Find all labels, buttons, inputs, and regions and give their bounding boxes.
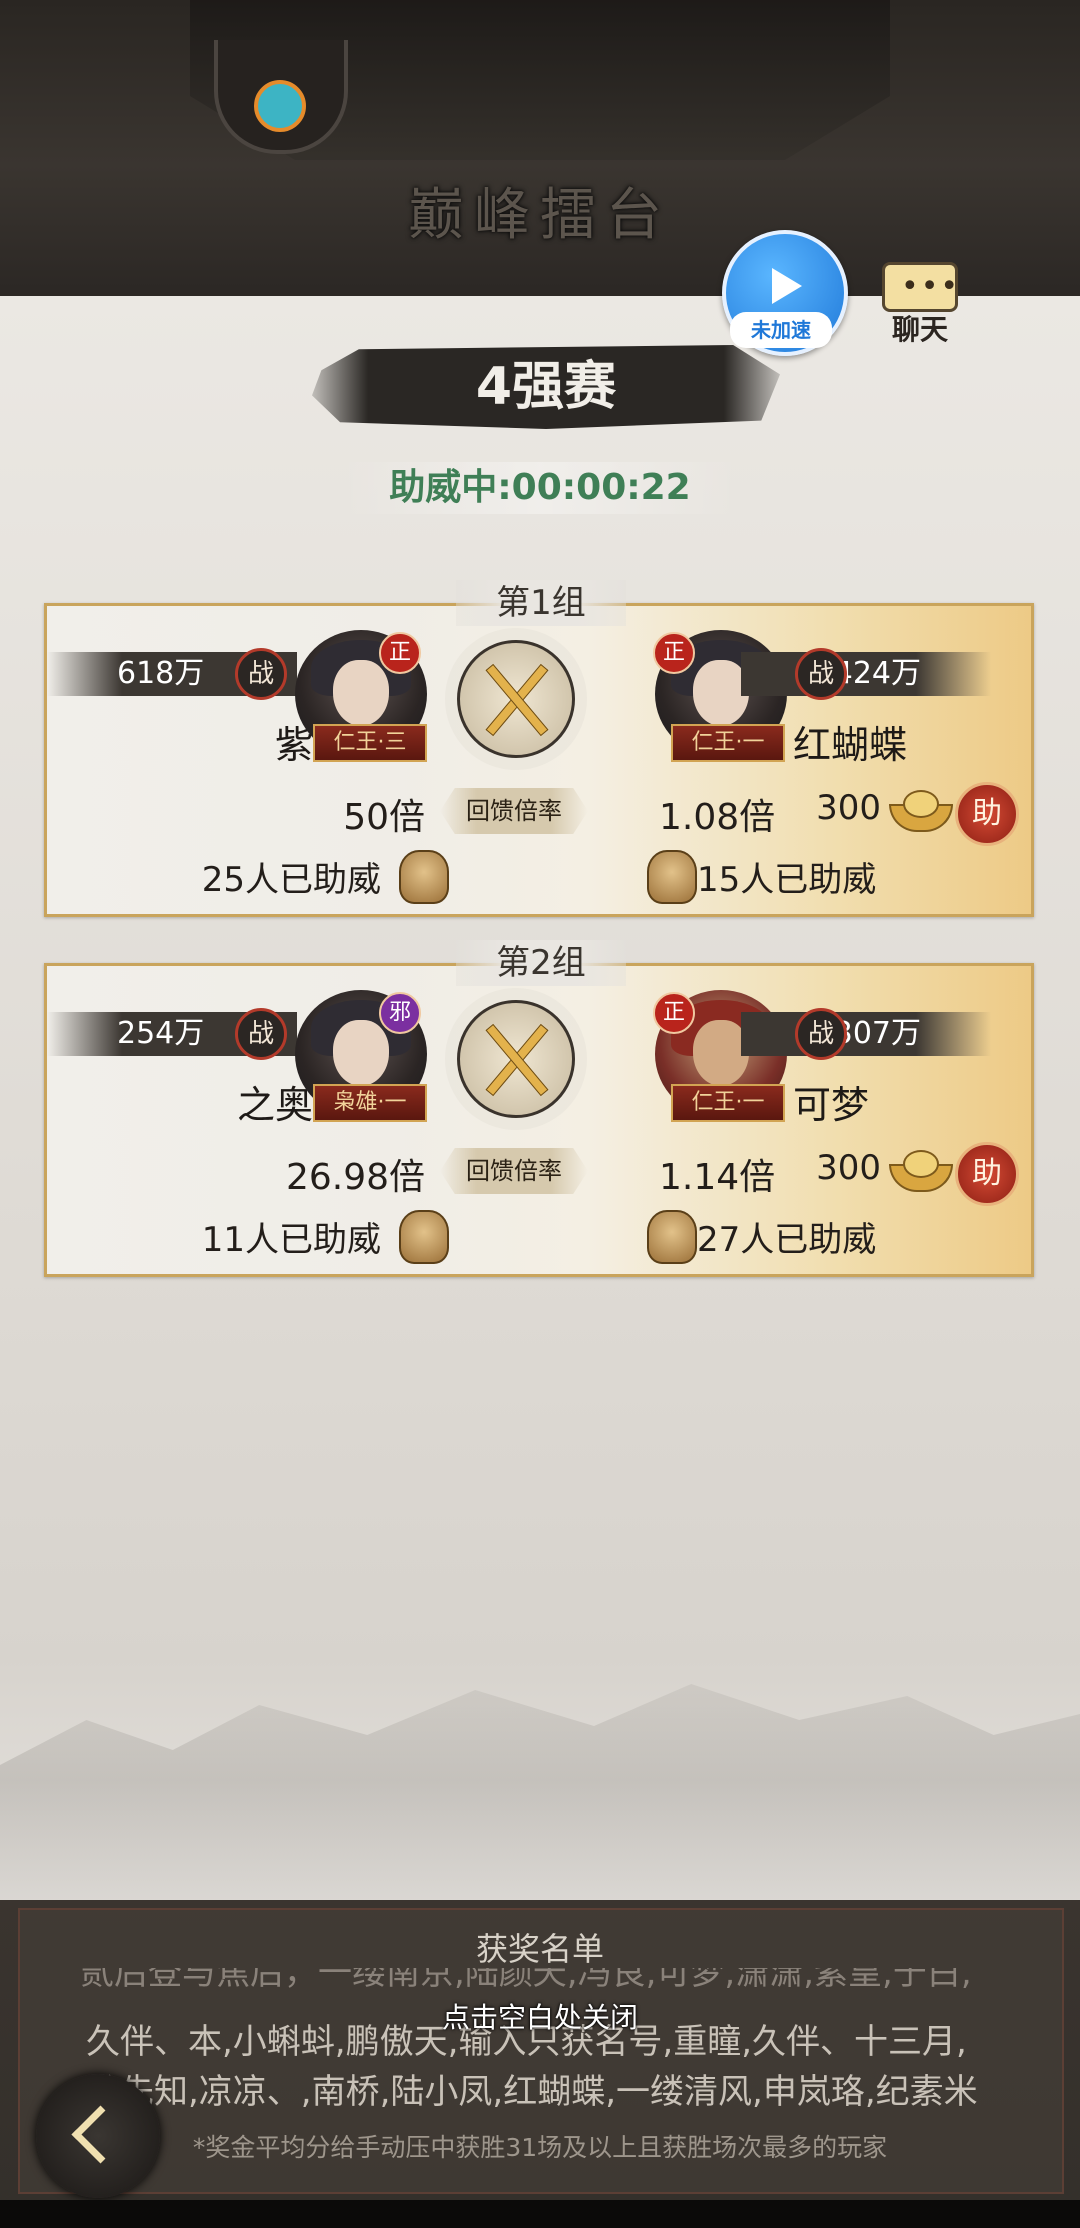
page-title: 巅峰擂台	[408, 183, 672, 248]
system-nav-bar	[0, 2200, 1080, 2228]
right-cheer-count: 27人已助威	[697, 1220, 877, 1260]
prize-note: *奖金平均分给手动压中获胜31场及以上且获胜场次最多的玩家	[192, 2133, 888, 2162]
crossed-swords-icon	[457, 1000, 575, 1118]
crossed-swords-icon	[457, 640, 575, 758]
tap-to-close-hint[interactable]: 点击空白处关闭	[0, 1996, 1080, 2036]
left-odds: 50倍	[343, 797, 425, 838]
fist-icon	[647, 850, 697, 904]
rank-tag: 枭雄·一	[313, 1084, 427, 1122]
back-button[interactable]	[36, 2074, 160, 2198]
faction-badge: 正	[653, 632, 695, 674]
battle-icon: 战	[235, 648, 287, 700]
portrait-face	[333, 1020, 389, 1086]
group-label: 第2组	[456, 940, 626, 986]
winners-title: 获奖名单	[475, 1930, 604, 1968]
portrait-face	[333, 660, 389, 726]
odds-label: 回馈倍率	[440, 788, 588, 834]
faction-badge: 邪	[379, 992, 421, 1034]
left-cheer-count: 11人已助威	[201, 1220, 381, 1260]
speed-status-label[interactable]: 未加速	[730, 312, 832, 348]
player-avatar[interactable]	[214, 40, 348, 154]
ink-mountains	[0, 1684, 1080, 1900]
fist-icon	[647, 1210, 697, 1264]
right-player-name: 可梦	[793, 1083, 870, 1127]
right-cheer-count: 15人已助威	[697, 860, 877, 900]
left-odds: 26.98倍	[285, 1157, 425, 1198]
chat-dots: •••	[901, 269, 961, 304]
bet-amount: 300	[816, 1148, 881, 1188]
play-icon	[772, 268, 802, 304]
gold-ingot-icon	[889, 1146, 953, 1192]
fist-icon	[399, 850, 449, 904]
winners-list-line: 谁先知,凉凉、,南桥,陆小凤,红蝴蝶,一缕清风,申岚珞,纪素米	[86, 2072, 978, 2112]
gold-ingot-icon	[889, 786, 953, 832]
match-card-group-1: 618万 战 紫皇 正 仁王·三 正 仁王·一 战 424万 红蝴蝶 50倍 回…	[44, 603, 1034, 917]
rank-tag: 仁王·一	[671, 724, 785, 762]
rank-tag: 仁王·三	[313, 724, 427, 762]
chat-bubble-icon: •••	[882, 262, 958, 312]
battle-icon: 战	[795, 1008, 847, 1060]
odds-label: 回馈倍率	[440, 1148, 588, 1194]
ingot-top	[903, 1150, 939, 1178]
winners-list-line: 贰后登与焦后，一缕南京,陆颜夭,冯良,可梦,潇潇,紫皇,于白,	[80, 1968, 972, 1990]
match-card-group-2: 254万 战 之奥趙 邪 枭雄·一 正 仁王·一 战 307万 可梦 26.98…	[44, 963, 1034, 1277]
bet-amount: 300	[816, 788, 881, 828]
battle-icon: 战	[795, 648, 847, 700]
cheer-countdown: 助威中:00:00:22	[340, 462, 740, 514]
right-power: 307万	[741, 1012, 991, 1056]
cheer-button[interactable]: 助	[955, 782, 1019, 846]
back-arrow-icon	[71, 2105, 130, 2164]
ingot-top	[903, 790, 939, 818]
faction-badge: 正	[379, 632, 421, 674]
chat-button[interactable]: ••• 聊天	[878, 258, 962, 348]
rank-tag: 仁王·一	[671, 1084, 785, 1122]
bird-icon	[254, 80, 306, 132]
round-title: 4强赛	[475, 357, 617, 417]
group-label: 第1组	[456, 580, 626, 626]
left-cheer-count: 25人已助威	[201, 860, 381, 900]
right-odds: 1.14倍	[659, 1157, 776, 1198]
battle-icon: 战	[235, 1008, 287, 1060]
chat-label: 聊天	[891, 313, 948, 346]
right-odds: 1.08倍	[659, 797, 776, 838]
right-power: 424万	[741, 652, 991, 696]
right-player-name: 红蝴蝶	[793, 723, 908, 767]
faction-badge: 正	[653, 992, 695, 1034]
fist-icon	[399, 1210, 449, 1264]
cheer-button[interactable]: 助	[955, 1142, 1019, 1206]
